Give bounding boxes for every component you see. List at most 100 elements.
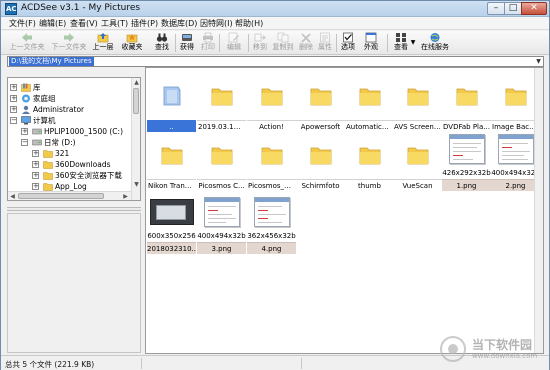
folder-item[interactable]: DVDFab Pla... [442, 72, 491, 133]
print-button[interactable]: 打印 [198, 32, 218, 54]
image-thumbnail [443, 131, 490, 167]
address-bar[interactable]: D:\我的文档\My Pictures ▼ [7, 56, 544, 67]
drive-icon [32, 139, 42, 146]
up-level-button[interactable]: 上一层 [91, 32, 115, 54]
preview-pane [7, 213, 141, 353]
folder-item-label: Picosmos_整... [247, 179, 296, 191]
toolbar: 上一文件夹 下一文件夹 上一层 收藏夹 查找 获得 打印 编辑 移到 复制到 删… [1, 31, 549, 55]
prev-folder-label: 上一文件夹 [9, 43, 45, 51]
image-item-label: 2018032310... [147, 242, 196, 254]
folder-icon [149, 133, 194, 177]
options-button[interactable]: 选项 [338, 32, 358, 54]
folder-item-parent[interactable]: .. [147, 72, 196, 133]
properties-button[interactable]: 属性 [316, 32, 334, 54]
acquire-button[interactable]: 获得 [177, 32, 197, 54]
file-list-scrollbar[interactable] [534, 68, 543, 353]
folder-item[interactable]: Action! [247, 72, 296, 133]
favorites-button[interactable]: 收藏夹 [118, 32, 146, 54]
expand-icon[interactable]: + [10, 95, 17, 102]
collapse-icon[interactable]: − [21, 139, 28, 146]
prev-folder-button[interactable]: 上一文件夹 [9, 32, 45, 54]
favorites-label: 收藏夹 [121, 43, 143, 51]
expand-icon[interactable]: + [21, 128, 28, 135]
tree-item-label: 360Downloads [55, 160, 111, 169]
expand-icon[interactable]: + [32, 161, 39, 168]
close-button[interactable]: ✕ [521, 2, 547, 15]
scroll-up-icon[interactable]: ▲ [132, 78, 140, 87]
scroll-down-icon[interactable]: ▼ [132, 180, 140, 189]
folder-item[interactable]: AVS Screen ... [393, 72, 442, 133]
pane-splitter[interactable] [7, 207, 141, 211]
minimize-button[interactable]: – [487, 2, 505, 15]
view-dropdown-button[interactable]: ▼ [409, 32, 417, 54]
next-folder-button[interactable]: 下一文件夹 [51, 32, 87, 54]
scroll-left-icon[interactable]: ◀ [8, 192, 17, 200]
folder-icon [199, 74, 244, 118]
menu-help[interactable]: 帮助(H) [235, 18, 263, 29]
app-icon[interactable]: AC [5, 3, 17, 15]
folder-icon [444, 74, 489, 118]
copy-to-button[interactable]: 复制到 [271, 32, 295, 54]
expand-icon[interactable]: + [32, 172, 39, 179]
expand-icon[interactable]: + [10, 84, 17, 91]
title-bar[interactable]: AC ACDSee v3.1 - My Pictures – □ ✕ [1, 1, 549, 17]
menu-internet[interactable]: 因特网(I) [200, 18, 233, 29]
arrow-left-icon [22, 33, 32, 42]
folder-item[interactable]: Nikon Trans... [147, 131, 196, 192]
folder-item[interactable]: Picosmos C... [197, 131, 246, 192]
search-button[interactable]: 查找 [151, 32, 173, 54]
move-icon [254, 33, 266, 42]
delete-button[interactable]: 删除 [297, 32, 315, 54]
binoculars-icon [156, 33, 168, 42]
chevron-down-icon[interactable]: ▼ [534, 57, 543, 66]
toolbar-separator [248, 34, 249, 52]
menu-edit[interactable]: 编辑(E) [39, 18, 66, 29]
image-thumbnail [492, 131, 539, 167]
folder-item[interactable]: Automaticall... [345, 72, 394, 133]
expand-icon[interactable]: + [10, 106, 17, 113]
folder-item[interactable]: Picosmos_整... [247, 131, 296, 192]
menu-view[interactable]: 查看(V) [70, 18, 98, 29]
online-service-button[interactable]: 在线服务 [419, 32, 451, 54]
file-list[interactable]: .. 2019.03.18_... Action! Apowersoft Aut… [145, 67, 544, 354]
folder-item[interactable]: 2019.03.18_... [197, 72, 246, 133]
watermark: 当下软件园 www.downxia.com [440, 330, 550, 368]
checklist-icon [343, 32, 353, 43]
folder-item-label: Nikon Trans... [147, 179, 196, 191]
expand-icon[interactable]: + [32, 150, 39, 157]
folder-item[interactable]: VueScan [393, 131, 442, 192]
status-divider [141, 358, 142, 369]
address-path[interactable]: D:\我的文档\My Pictures [9, 57, 94, 66]
folder-icon [43, 150, 53, 158]
collapse-icon[interactable]: − [10, 117, 17, 124]
edit-button[interactable]: 编辑 [221, 32, 247, 54]
tree-item-label: 计算机 [33, 116, 56, 125]
scroll-right-icon[interactable]: ▶ [121, 192, 130, 200]
folder-tree[interactable]: + 库 + 家庭组 + Administrator − 计算机 + HPLIP1… [7, 77, 141, 201]
menu-file[interactable]: 文件(F) [9, 18, 36, 29]
folder-item[interactable]: Image Back... [491, 72, 540, 133]
online-service-label: 在线服务 [421, 43, 449, 51]
expand-icon[interactable]: + [32, 183, 39, 190]
scroll-thumb[interactable] [133, 88, 139, 114]
maximize-button[interactable]: □ [504, 2, 522, 15]
folder-item[interactable]: thumb [345, 131, 394, 192]
image-thumbnail [248, 194, 295, 230]
folder-item[interactable]: Apowersoft [296, 72, 345, 133]
properties-label: 属性 [318, 43, 332, 51]
menu-tools[interactable]: 工具(T) [101, 18, 128, 29]
folder-item[interactable]: Schirmfoto [296, 131, 345, 192]
scroll-thumb[interactable] [18, 193, 104, 199]
external-view-button[interactable]: 外观 [359, 32, 383, 54]
arrow-right-icon [64, 33, 74, 42]
options-label: 选项 [341, 43, 355, 51]
tree-horizontal-scrollbar[interactable]: ◀ ▶ [8, 191, 131, 200]
folder-icon [493, 74, 538, 118]
toolbar-separator [219, 34, 220, 52]
tree-vertical-scrollbar[interactable]: ▲ ▼ [131, 78, 140, 200]
folder-icon [395, 74, 440, 118]
menu-plugins[interactable]: 插件(P) [131, 18, 158, 29]
move-to-button[interactable]: 移到 [250, 32, 270, 54]
print-label: 打印 [201, 43, 215, 51]
menu-database[interactable]: 数据库(D) [161, 18, 197, 29]
